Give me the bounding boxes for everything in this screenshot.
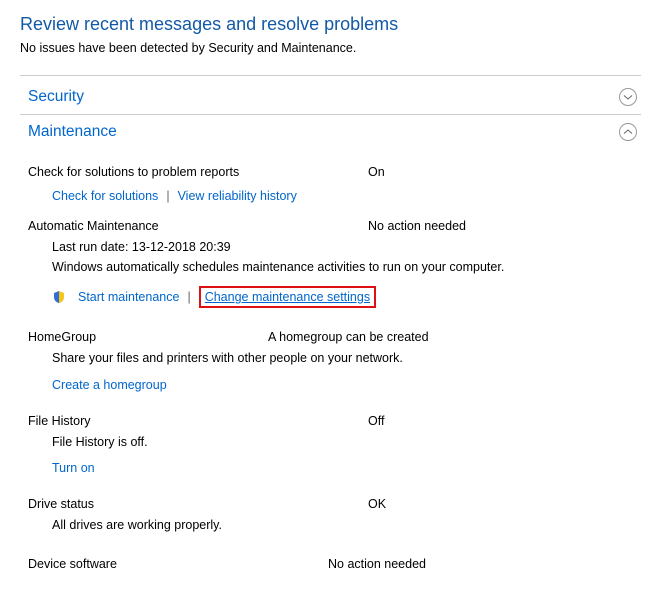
view-reliability-link[interactable]: View reliability history [178, 189, 297, 203]
auto-maintenance-label: Automatic Maintenance [28, 219, 368, 233]
auto-maintenance-row: Automatic Maintenance No action needed [28, 219, 633, 233]
auto-maintenance-status: No action needed [368, 219, 466, 233]
drive-desc: All drives are working properly. [52, 517, 633, 535]
chevron-up-icon [619, 123, 637, 141]
auto-links: Start maintenance | Change maintenance s… [52, 286, 633, 308]
device-status: No action needed [328, 557, 426, 571]
turn-on-link[interactable]: Turn on [52, 461, 95, 475]
page-title: Review recent messages and resolve probl… [20, 14, 641, 35]
maintenance-body: Check for solutions to problem reports O… [20, 149, 641, 571]
solutions-row: Check for solutions to problem reports O… [28, 165, 633, 179]
filehistory-desc: File History is off. [52, 434, 633, 452]
homegroup-label: HomeGroup [28, 330, 268, 344]
security-section-header[interactable]: Security [20, 80, 641, 115]
filehistory-row: File History Off [28, 414, 633, 428]
shield-icon [52, 290, 66, 304]
separator: | [187, 290, 190, 304]
homegroup-links: Create a homegroup [52, 378, 633, 392]
page-subtitle: No issues have been detected by Security… [20, 41, 641, 55]
separator: | [166, 189, 169, 203]
auto-last-run: Last run date: 13-12-2018 20:39 [52, 239, 633, 257]
homegroup-row: HomeGroup A homegroup can be created [28, 330, 633, 344]
filehistory-label: File History [28, 414, 368, 428]
device-label: Device software [28, 557, 328, 571]
homegroup-status: A homegroup can be created [268, 330, 429, 344]
highlighted-link: Change maintenance settings [199, 286, 376, 308]
check-solutions-link[interactable]: Check for solutions [52, 189, 158, 203]
maintenance-label: Maintenance [28, 123, 117, 141]
filehistory-status: Off [368, 414, 384, 428]
drive-row: Drive status OK [28, 497, 633, 511]
change-maintenance-link[interactable]: Change maintenance settings [205, 290, 370, 304]
filehistory-links: Turn on [52, 461, 633, 475]
solutions-label: Check for solutions to problem reports [28, 165, 368, 179]
divider [20, 75, 641, 76]
solutions-links: Check for solutions | View reliability h… [52, 189, 633, 203]
homegroup-desc: Share your files and printers with other… [52, 350, 633, 368]
solutions-status: On [368, 165, 385, 179]
chevron-down-icon [619, 88, 637, 106]
start-maintenance-link[interactable]: Start maintenance [78, 290, 179, 304]
device-row: Device software No action needed [28, 557, 633, 571]
drive-status: OK [368, 497, 386, 511]
maintenance-section-header[interactable]: Maintenance [20, 115, 641, 149]
auto-desc: Windows automatically schedules maintena… [52, 259, 633, 277]
security-label: Security [28, 88, 84, 106]
drive-label: Drive status [28, 497, 368, 511]
create-homegroup-link[interactable]: Create a homegroup [52, 378, 167, 392]
